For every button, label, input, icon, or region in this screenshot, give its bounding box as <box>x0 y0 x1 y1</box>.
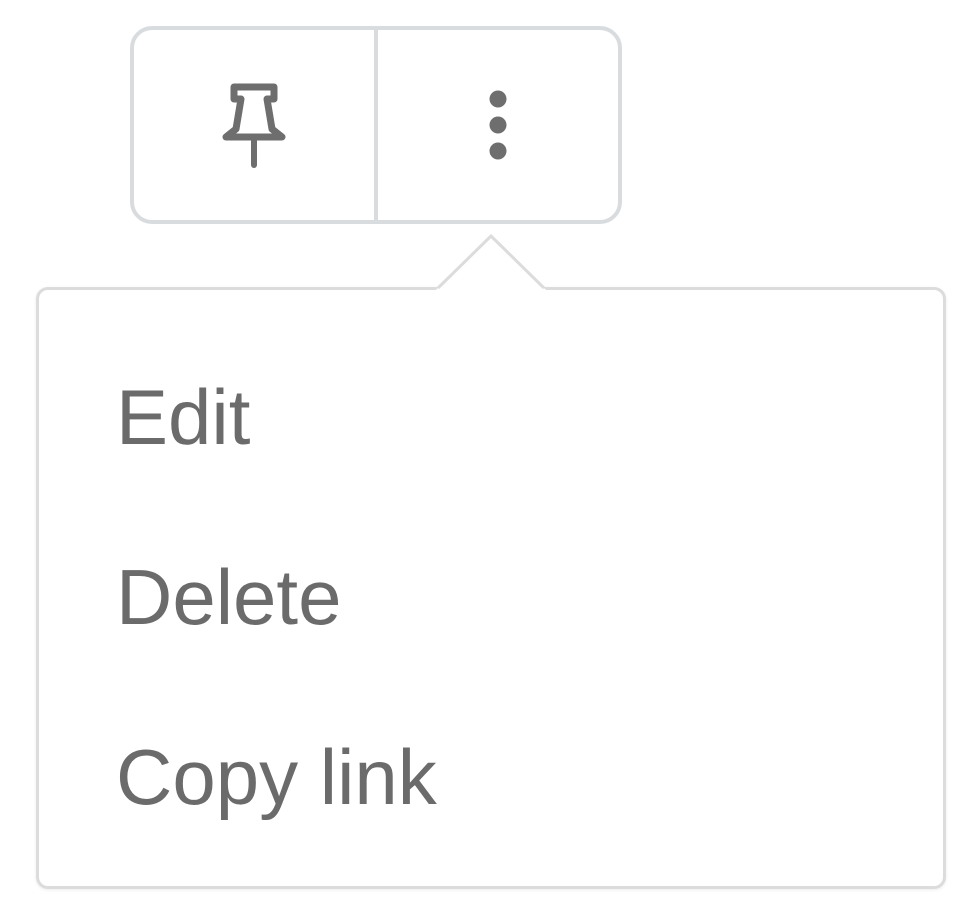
message-actions-toolbar <box>130 26 622 224</box>
menu-caret <box>436 234 546 290</box>
menu-item-edit[interactable]: Edit <box>116 378 250 456</box>
menu-item-copy-link[interactable]: Copy link <box>116 738 437 816</box>
more-options-button[interactable] <box>378 30 618 220</box>
vertical-ellipsis-icon <box>486 89 510 161</box>
pin-button[interactable] <box>134 30 378 220</box>
menu-item-delete[interactable]: Delete <box>116 558 341 636</box>
pushpin-icon <box>222 81 286 169</box>
context-menu: Edit Delete Copy link <box>36 287 946 889</box>
